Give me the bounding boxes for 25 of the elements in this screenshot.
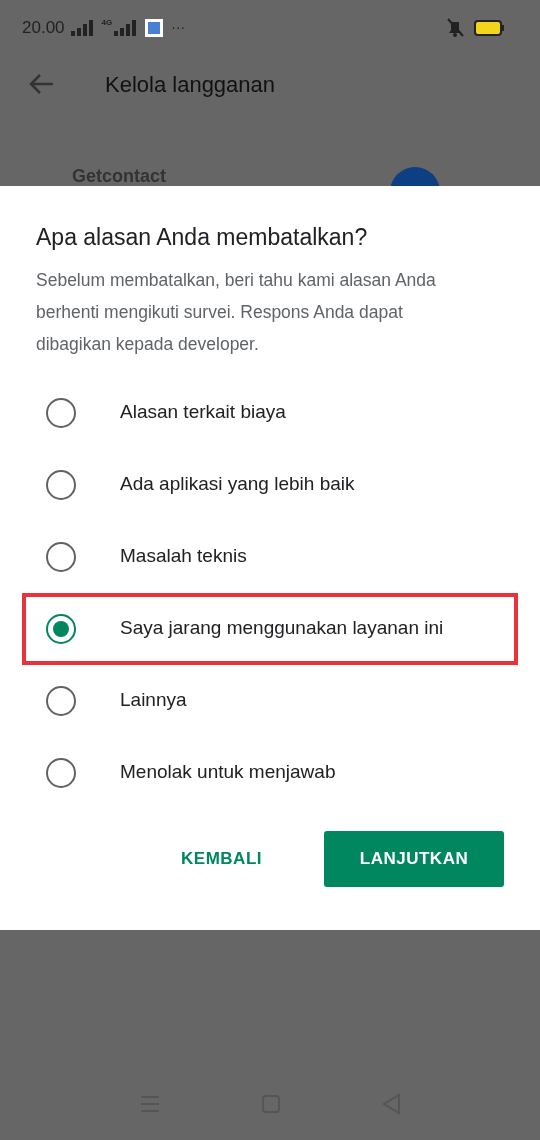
option-label[interactable]: Lainnya [120,686,187,715]
signal-icon [70,19,93,36]
option-label[interactable]: Ada aplikasi yang lebih baik [120,470,355,499]
back-button[interactable]: KEMBALI [143,830,300,887]
radio-button[interactable] [46,541,76,572]
network-type: 4G [101,17,113,29]
dialog-title: Apa alasan Anda membatalkan? [35,224,369,252]
option-label[interactable]: Saya jarang menggunakan layanan ini [120,614,444,643]
signal-icon [114,19,137,36]
option-label[interactable]: Alasan terkait biaya [120,398,286,427]
more-indicator: ··· [171,18,186,37]
clock: 20.00 [22,16,65,39]
app-bar-title: Kelola langganan [105,70,276,99]
option-label[interactable]: Masalah teknis [120,542,247,571]
option-label[interactable]: Menolak untuk menjawab [120,758,336,787]
radio-button[interactable] [46,613,76,644]
radio-button[interactable] [46,757,76,788]
mute-icon [444,17,466,38]
radio-button[interactable] [46,397,76,428]
dialog-description: Sebelum membatalkan, beri tahu kami alasan Anda berhenti mengikuti survei. Respons Anda dapat dibagikan kepada developer. [35,268,437,356]
calendar-icon [145,18,164,37]
radio-button[interactable] [46,685,76,716]
continue-button[interactable]: LANJUTKAN [324,830,504,887]
radio-button[interactable] [46,469,76,500]
battery-icon [474,19,504,36]
